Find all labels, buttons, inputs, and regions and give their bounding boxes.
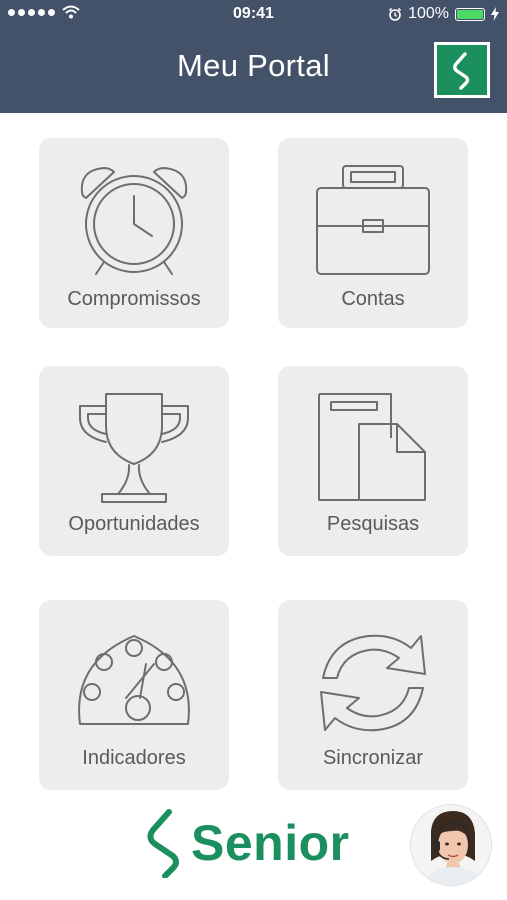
battery-percent: 100% [408,5,449,22]
documents-icon [318,393,426,501]
charging-icon [491,7,499,21]
tile-label: Contas [341,288,405,310]
app-header: 09:41 100% Meu Portal [0,0,507,113]
alarm-clock-icon [80,167,188,275]
alarm-status-icon [389,7,402,21]
support-agent-avatar[interactable] [410,804,492,886]
gauge-icon [78,635,190,725]
battery-icon [455,7,485,21]
tile-oportunidades[interactable]: Oportunidades [39,366,229,556]
senior-logo-icon [147,809,179,878]
tile-label: Compromissos [67,288,201,310]
tile-indicadores[interactable]: Indicadores [39,600,229,790]
tile-sincronizar[interactable]: Sincronizar [278,600,468,790]
footer-brand-logo: Senior [143,808,350,878]
sync-icon [320,634,426,732]
tile-contas[interactable]: Contas [278,138,468,328]
brand-name: Senior [191,815,350,871]
tile-pesquisas[interactable]: Pesquisas [278,366,468,556]
tile-compromissos[interactable]: Compromissos [39,138,229,328]
tile-label: Indicadores [82,747,186,769]
briefcase-icon [316,165,430,275]
trophy-icon [79,393,189,503]
status-bar: 09:41 100% [0,0,507,28]
tile-label: Pesquisas [326,513,420,535]
tile-label: Oportunidades [68,513,200,535]
page-title: Meu Portal [177,48,330,83]
senior-logo-button[interactable] [434,42,490,98]
tile-label: Sincronizar [322,747,424,769]
senior-logo-icon [453,52,470,90]
